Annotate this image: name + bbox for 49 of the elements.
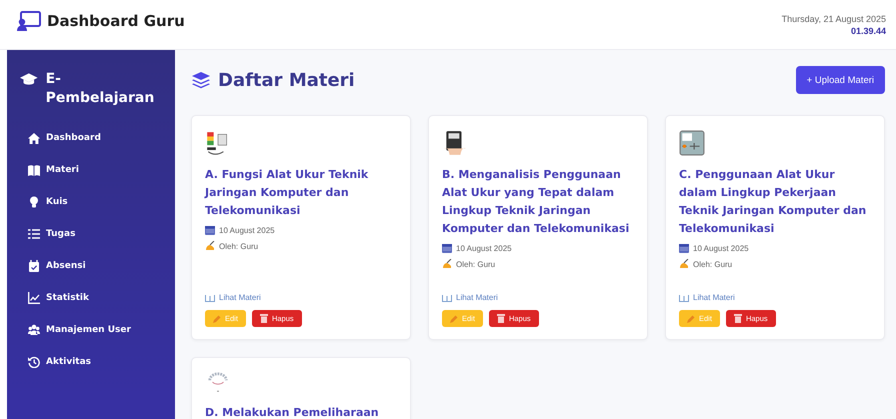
calendar-icon	[205, 225, 215, 235]
nav-link[interactable]: Statistik	[20, 282, 163, 314]
users-icon	[28, 324, 40, 336]
date-text: 10 August 2025	[456, 244, 512, 252]
nav-link[interactable]: Absensi	[20, 250, 163, 282]
trash-icon	[496, 314, 505, 323]
material-title[interactable]: B. Menganalisis Penggunaan Alat Ukur yang Tepat dalam Lingkup Teknik Jaringan Komputer dan Telekomunikasi	[442, 166, 634, 238]
material-title[interactable]: D. Melakukan Pemeliharaan	[205, 404, 397, 419]
date-text: 10 August 2025	[693, 244, 749, 252]
multimeter-drawing	[442, 130, 468, 156]
material-title[interactable]: C. Penggunaan Alat Ukur dalam Lingkup Pekerjaan Teknik Jaringan Komputer dan Telekomunikasi	[679, 166, 871, 238]
date-text: Thursday, 21 August 2025	[782, 14, 886, 24]
calendar-icon	[28, 260, 40, 272]
home-icon	[28, 132, 40, 144]
sidebar-brand: E-Pembelajaran	[46, 70, 156, 108]
nav-link[interactable]: Dashboard	[20, 122, 163, 154]
lightbulb-icon	[28, 196, 40, 208]
checklist-icon	[28, 228, 40, 240]
pencil-icon	[213, 314, 221, 322]
view-link[interactable]: Lihat Materi	[442, 293, 634, 302]
teacher-board-icon	[17, 10, 41, 30]
page-title: Daftar Materi	[218, 70, 355, 90]
calendar-icon	[679, 243, 689, 253]
device-panel-drawing	[679, 130, 705, 156]
pencil-icon	[687, 314, 695, 322]
nav-link[interactable]: Kuis	[20, 186, 163, 218]
upload-button[interactable]: + Upload Materi	[796, 66, 885, 94]
graduation-cap-icon	[20, 72, 38, 87]
nav-link[interactable]: Aktivitas	[20, 346, 163, 378]
layers-icon	[191, 71, 211, 89]
line-chart-icon	[28, 292, 40, 304]
nav-link[interactable]: Materi	[20, 154, 163, 186]
time-text: 01.39.44	[850, 26, 886, 36]
author-text: Oleh: Guru	[693, 260, 732, 268]
view-link[interactable]: Lihat Materi	[205, 293, 397, 302]
calendar-icon	[442, 243, 452, 253]
material-title[interactable]: A. Fungsi Alat Ukur Teknik Jaringan Komputer dan Telekomunikasi	[205, 166, 397, 220]
trash-icon	[260, 314, 268, 323]
pencil-icon	[450, 314, 458, 322]
nav-link[interactable]: Tugas	[20, 218, 163, 250]
history-icon	[28, 356, 40, 368]
open-book-icon	[28, 164, 40, 176]
trash-icon	[734, 314, 742, 323]
author-text: Oleh: Guru	[219, 242, 258, 250]
date-text: 10 August 2025	[219, 226, 275, 234]
app-title: Dashboard Guru	[47, 12, 185, 30]
nav-link[interactable]: Manajemen User	[20, 314, 163, 346]
view-link[interactable]: Lihat Materi	[679, 293, 871, 302]
author-text: Oleh: Guru	[456, 260, 496, 268]
